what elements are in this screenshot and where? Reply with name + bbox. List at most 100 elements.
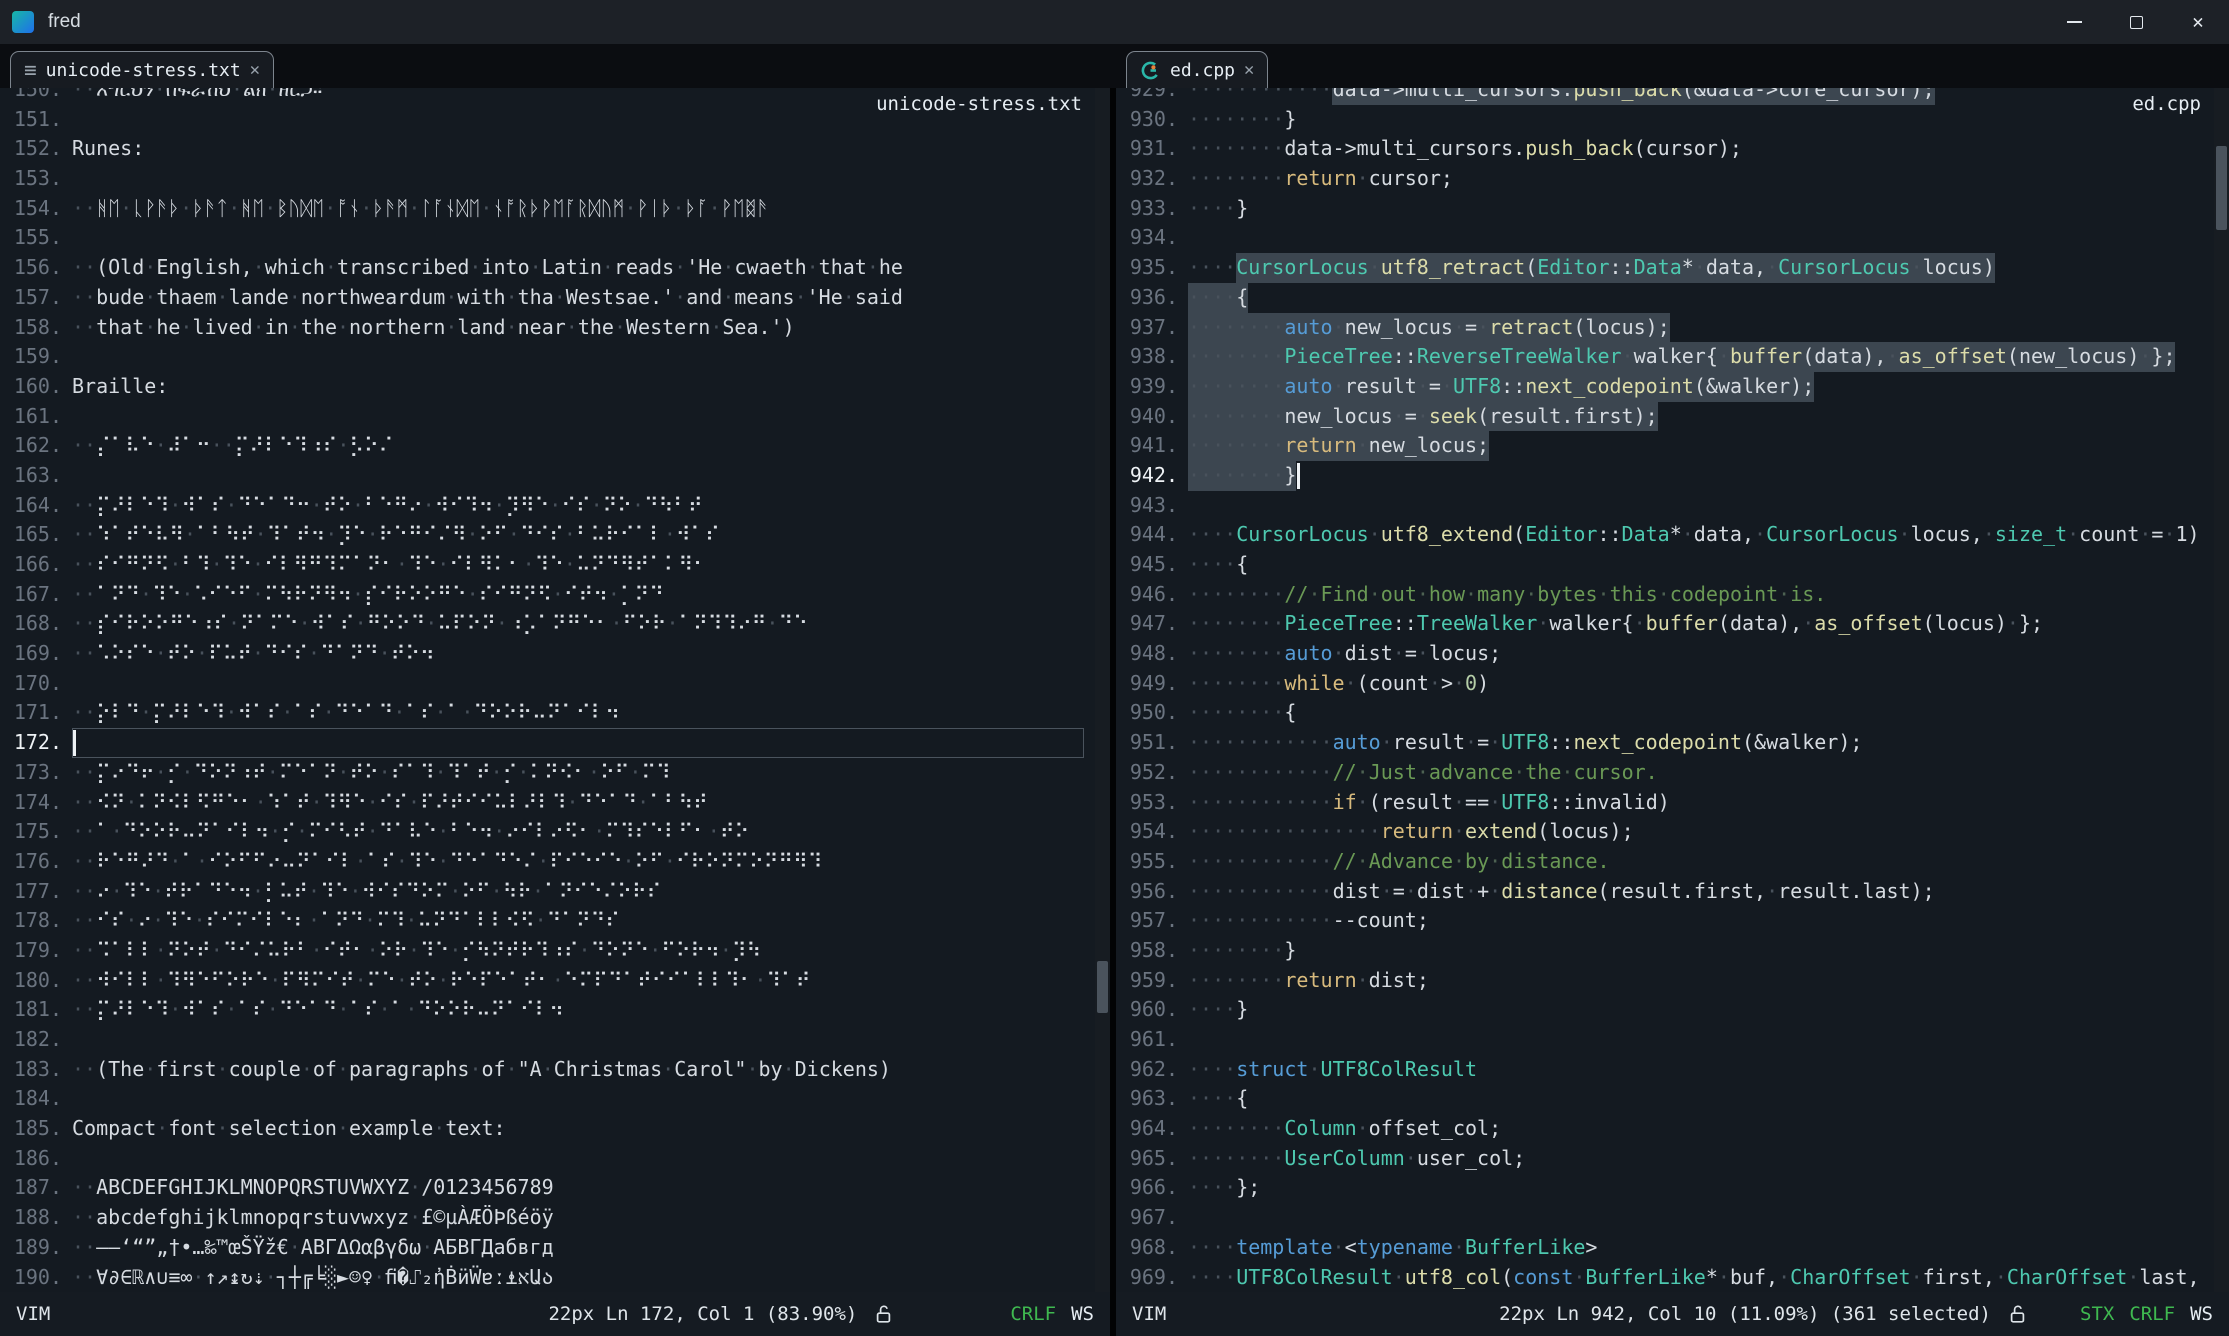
unlock-icon[interactable] [875, 1304, 892, 1325]
scrollbar-left[interactable] [1095, 88, 1110, 1292]
editor-line-180[interactable]: 180.··⠺⠊⠇⠇·⠹⠻⠑⠋⠕⠗⠑·⠏⠻⠍⠊⠞·⠍⠑·⠞⠕·⠗⠑⠏⠑⠁⠞⠂·⠑… [10, 966, 1110, 996]
editor-line-951[interactable]: 951.············auto·result·=·UTF8::next… [1126, 728, 2229, 758]
tab-ed-cpp[interactable]: ed.cpp ✕ [1126, 51, 1268, 88]
maximize-button[interactable] [2105, 0, 2167, 44]
editor-line-183[interactable]: 183.··(The·first·couple·of·paragraphs·of… [10, 1055, 1110, 1085]
editor-line-937[interactable]: 937.········auto·new_locus·=·retract(loc… [1126, 313, 2229, 343]
editor-line-177[interactable]: 177.··⠔·⠹⠑·⠞⠗⠁⠙⠑⠲·⡃⠥⠞·⠹⠑·⠺⠊⠎⠙⠕⠍·⠕⠋·⠳⠗·⠁⠝… [10, 877, 1110, 907]
editor-line-940[interactable]: 940.········new_locus·=·seek(result.firs… [1126, 402, 2229, 432]
editor-line-173[interactable]: 173.··⡍⠔⠙⠖·⡊·⠙⠕⠝⠰⠞·⠍⠑⠁⠝·⠞⠕·⠎⠁⠹·⠹⠁⠞·⡊·⠅⠝⠪… [10, 758, 1110, 788]
tab-close-icon[interactable]: ✕ [1244, 60, 1254, 80]
editor-line-182[interactable]: 182. [10, 1025, 1110, 1055]
editor-line-187[interactable]: 187.··ABCDEFGHIJKLMNOPQRSTUVWXYZ·/012345… [10, 1173, 1110, 1203]
editor-line-163[interactable]: 163. [10, 461, 1110, 491]
editor-line-952[interactable]: 952.············//·Just·advance·the·curs… [1126, 758, 2229, 788]
whitespace-dot: · [746, 1057, 758, 1081]
titlebar[interactable]: fred ✕ [0, 0, 2229, 44]
editor-line-934[interactable]: 934. [1126, 223, 2229, 253]
editor-line-962[interactable]: 962.····struct·UTF8ColResult [1126, 1055, 2229, 1085]
editor-line-161[interactable]: 161. [10, 402, 1110, 432]
scrollbar-thumb[interactable] [1097, 961, 1108, 1013]
close-button[interactable]: ✕ [2167, 0, 2229, 44]
editor-line-959[interactable]: 959.········return·dist; [1126, 966, 2229, 996]
scrollbar-thumb[interactable] [2216, 146, 2227, 230]
editor-line-179[interactable]: 179.··⠩⠁⠇⠇·⠝⠕⠞·⠙⠊⠌⠥⠗⠃·⠊⠞⠂·⠕⠗·⠹⠑·⡊⠳⠝⠞⠗⠹⠰⠎… [10, 936, 1110, 966]
editor-line-186[interactable]: 186. [10, 1144, 1110, 1174]
editor-line-172[interactable]: 172. [10, 728, 1110, 758]
editor-line-965[interactable]: 965.········UserColumn·user_col; [1126, 1144, 2229, 1174]
editor-line-954[interactable]: 954.················return·extend(locus)… [1126, 817, 2229, 847]
editor-line-935[interactable]: 935.····CursorLocus·utf8_retract(Editor:… [1126, 253, 2229, 283]
tab-close-icon[interactable]: ✕ [250, 60, 260, 80]
editor-line-955[interactable]: 955.············//·Advance·by·distance. [1126, 847, 2229, 877]
editor-line-154[interactable]: 154.··ᚻᛖ·ᚳᚹᚫᚦ·ᚦᚫᛏ·ᚻᛖ·ᛒᚢᛞᛖ·ᚩᚾ·ᚦᚫᛗ·ᛚᚪᚾᛞᛖ·ᚾ… [10, 194, 1110, 224]
tab-unicode-stress-txt[interactable]: ≡ unicode-stress.txt ✕ [10, 51, 274, 88]
editor-line-969[interactable]: 969.····UTF8ColResult·utf8_col(const·Buf… [1126, 1263, 2229, 1293]
editor-line-190[interactable]: 190.··∀∂∈ℝ∧∪≡∞·↑↗↨↻⇣·┐┼╔╘░►☺♀·ﬁ�⑀₂ἠḂӥẄɐː… [10, 1263, 1110, 1293]
editor-line-958[interactable]: 958.········} [1126, 936, 2229, 966]
editor-line-162[interactable]: 162.··⡌⠁⠧⠑·⠼⠁⠒··⡍⠜⠇⠑⠹⠰⠎·⡣⠕⠌ [10, 431, 1110, 461]
editor-line-945[interactable]: 945.····{ [1126, 550, 2229, 580]
editor-line-947[interactable]: 947.········PieceTree::TreeWalker·walker… [1126, 609, 2229, 639]
editor-pane-right[interactable]: ed.cpp 929.············data->multi_curso… [1116, 88, 2229, 1292]
editor-line-963[interactable]: 963.····{ [1126, 1084, 2229, 1114]
whitespace-dot: · [1284, 88, 1296, 101]
editor-line-189[interactable]: 189.··–—‘“”„†•…‰™œŠŸž€·ΑΒΓΔΩαβγδω·АБВГДа… [10, 1233, 1110, 1263]
editor-line-176[interactable]: 176.··⠗⠑⠛⠜⠙·⠁·⠊⠕⠋⠋⠔⠤⠝⠁⠊⠇·⠁⠎·⠹⠑·⠙⠑⠁⠙⠑⠌·⠏⠊… [10, 847, 1110, 877]
editor-line-165[interactable]: 165.··⠱⠁⠞⠑⠧⠻·⠁⠃⠳⠞·⠹⠁⠞⠲·⡹⠑·⠗⠑⠛⠊⠌⠻·⠕⠋·⠙⠊⠎·… [10, 520, 1110, 550]
editor-line-184[interactable]: 184. [10, 1084, 1110, 1114]
editor-line-185[interactable]: 185.Compact·font·selection·example·text: [10, 1114, 1110, 1144]
editor-line-950[interactable]: 950.········{ [1126, 698, 2229, 728]
editor-line-181[interactable]: 181.··⡍⠜⠇⠑⠹·⠺⠁⠎·⠁⠎·⠙⠑⠁⠙·⠁⠎·⠁·⠙⠕⠕⠗⠤⠝⠁⠊⠇⠲ [10, 995, 1110, 1025]
minimize-button[interactable] [2043, 0, 2105, 44]
editor-line-174[interactable]: 174.··⠪⠝·⠅⠝⠪⠇⠫⠛⠑⠂·⠱⠁⠞·⠹⠻⠑·⠊⠎·⠏⠜⠞⠊⠊⠥⠇⠜⠇⠹·… [10, 788, 1110, 818]
editor-line-941[interactable]: 941.········return·new_locus; [1126, 431, 2229, 461]
editor-line-157[interactable]: 157.··bude·thaem·lande·northweardum·with… [10, 283, 1110, 313]
editor-line-169[interactable]: 169.··⠡⠕⠎⠑·⠞⠕·⠏⠥⠞·⠙⠊⠎·⠙⠁⠝⠙·⠞⠕⠲ [10, 639, 1110, 669]
editor-line-933[interactable]: 933.····} [1126, 194, 2229, 224]
editor-line-168[interactable]: 168.··⡎⠊⠗⠕⠕⠛⠑⠰⠎·⠝⠁⠍⠑·⠺⠁⠎·⠛⠕⠕⠙·⠥⠏⠕⠝·⠰⡡⠁⠝⠛… [10, 609, 1110, 639]
unlock-icon[interactable] [2009, 1304, 2026, 1325]
editor-line-960[interactable]: 960.····} [1126, 995, 2229, 1025]
editor-line-178[interactable]: 178.··⠊⠎·⠔·⠹⠑·⠎⠊⠍⠊⠇⠑⠆·⠁⠝⠙·⠍⠹·⠥⠝⠙⠁⠇⠇⠪⠫·⠙⠁… [10, 906, 1110, 936]
editor-line-942[interactable]: 942.········} [1126, 461, 2229, 491]
editor-line-931[interactable]: 931.········data->multi_cursors.push_bac… [1126, 134, 2229, 164]
editor-line-160[interactable]: 160.Braille: [10, 372, 1110, 402]
editor-line-956[interactable]: 956.············dist·=·dist·+·distance(r… [1126, 877, 2229, 907]
editor-line-966[interactable]: 966.····}; [1126, 1173, 2229, 1203]
editor-line-166[interactable]: 166.··⠎⠊⠛⠝⠫·⠃⠹·⠹⠑·⠊⠇⠻⠛⠹⠍⠁⠝⠂·⠹⠑·⠊⠇⠻⠅⠂·⠹⠑·… [10, 550, 1110, 580]
editor-line-949[interactable]: 949.········while·(count·>·0) [1126, 669, 2229, 699]
editor-line-170[interactable]: 170. [10, 669, 1110, 699]
editor-line-946[interactable]: 946.········//·Find·out·how·many·bytes·t… [1126, 580, 2229, 610]
editor-line-175[interactable]: 175.··⠁·⠙⠕⠕⠗⠤⠝⠁⠊⠇⠲·⡊·⠍⠊⠣⠞·⠙⠁⠧⠑·⠃⠑⠲·⠔⠊⠇⠔⠫… [10, 817, 1110, 847]
editor-pane-left[interactable]: unicode-stress.txt 150.··እግርህን·በፍራሽህ·ልክ·… [0, 88, 1110, 1292]
editor-line-156[interactable]: 156.··(Old·English,·which·transcribed·in… [10, 253, 1110, 283]
editor-line-961[interactable]: 961. [1126, 1025, 2229, 1055]
editor-line-964[interactable]: 964.········Column·offset_col; [1126, 1114, 2229, 1144]
editor-line-939[interactable]: 939.········auto·result·=·UTF8::next_cod… [1126, 372, 2229, 402]
whitespace-dot: · [1260, 433, 1272, 457]
editor-line-968[interactable]: 968.····template·<typename·BufferLike> [1126, 1233, 2229, 1263]
editor-line-158[interactable]: 158.··that·he·lived·in·the·northern·land… [10, 313, 1110, 343]
editor-line-171[interactable]: 171.··⡕⠇⠙·⡍⠜⠇⠑⠹·⠺⠁⠎·⠁⠎·⠙⠑⠁⠙·⠁⠎·⠁·⠙⠕⠕⠗⠤⠝⠁… [10, 698, 1110, 728]
editor-line-153[interactable]: 153. [10, 164, 1110, 194]
editor-line-188[interactable]: 188.··abcdefghijklmnopqrstuvwxyz·£©µÀÆÖÞ… [10, 1203, 1110, 1233]
editor-line-957[interactable]: 957.············--count; [1126, 906, 2229, 936]
editor-line-932[interactable]: 932.········return·cursor; [1126, 164, 2229, 194]
editor-line-967[interactable]: 967. [1126, 1203, 2229, 1233]
editor-line-152[interactable]: 152.Runes: [10, 134, 1110, 164]
whitespace-dot: · [337, 433, 349, 457]
editor-line-155[interactable]: 155. [10, 223, 1110, 253]
editor-line-159[interactable]: 159. [10, 342, 1110, 372]
editor-line-948[interactable]: 948.········auto·dist·=·locus; [1126, 639, 2229, 669]
editor-line-943[interactable]: 943. [1126, 491, 2229, 521]
editor-line-167[interactable]: 167.··⠁⠝⠙·⠹⠑·⠡⠊⠑⠋·⠍⠳⠗⠝⠻⠲·⡎⠊⠗⠕⠕⠛⠑·⠎⠊⠛⠝⠫·⠊… [10, 580, 1110, 610]
editor-line-929[interactable]: 929.············data->multi_cursors.push… [1126, 88, 2229, 105]
editor-line-953[interactable]: 953.············if·(result·==·UTF8::inva… [1126, 788, 2229, 818]
editor-line-164[interactable]: 164.··⡍⠜⠇⠑⠹·⠺⠁⠎·⠙⠑⠁⠙⠒·⠞⠕·⠃⠑⠛⠔·⠺⠊⠹⠲·⡹⠻⠑·⠊… [10, 491, 1110, 521]
editor-line-938[interactable]: 938.········PieceTree::ReverseTreeWalker… [1126, 342, 2229, 372]
editor-line-936[interactable]: 936.····{ [1126, 283, 2229, 313]
scrollbar-right[interactable] [2214, 88, 2229, 1292]
editor-line-930[interactable]: 930.········} [1126, 105, 2229, 135]
editor-line-944[interactable]: 944.····CursorLocus·utf8_extend(Editor::… [1126, 520, 2229, 550]
